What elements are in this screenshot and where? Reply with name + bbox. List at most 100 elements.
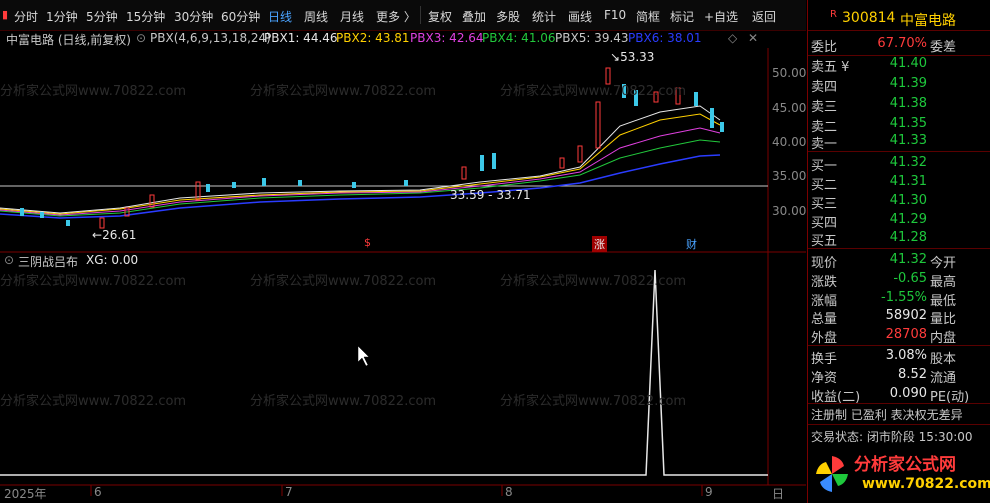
toolbar-grip-icon: ▮ <box>2 8 9 21</box>
watermark: 分析家公式网www.70822.com <box>250 274 437 289</box>
indicator-menu-icon[interactable]: ⊙ <box>136 31 146 45</box>
arrow-icon: ← <box>92 228 103 242</box>
candle <box>559 157 565 169</box>
candle <box>40 212 44 218</box>
buy-row[interactable]: 买二 41.31 <box>808 172 990 193</box>
price-axis-label: 50.00 <box>772 66 807 80</box>
buy-row[interactable]: 买三 41.30 <box>808 191 990 212</box>
quote-value: 28708 <box>885 327 927 342</box>
weibi-value: 67.70% <box>877 36 927 51</box>
pbx3-value: PBX3: 42.64 <box>410 31 484 45</box>
date-axis-label: 日 <box>772 487 785 501</box>
weibi-row: 委比 67.70% 委差 <box>808 34 990 55</box>
price-axis-label: 40.00 <box>772 135 807 149</box>
event-marker-cai[interactable]: 财 <box>686 236 697 252</box>
xg-signal-line <box>0 269 768 476</box>
overlay-button[interactable]: 叠加 <box>462 8 486 25</box>
sell-row[interactable]: 卖一 41.33 <box>808 131 990 152</box>
fuquan-button[interactable]: 复权 <box>428 8 452 25</box>
quote-label2: 内盘 <box>930 331 957 346</box>
candle <box>232 182 236 188</box>
indicator-name[interactable]: 三阴战吕布 <box>18 253 78 270</box>
watermark: 分析家公式网www.70822.com <box>250 394 437 409</box>
low-price-value: 26.61 <box>102 228 137 242</box>
candle <box>710 108 714 128</box>
trade-status: 交易状态: 闭市阶段 15:30:00 <box>811 430 973 444</box>
sell-label: 卖一 <box>811 137 838 152</box>
tab-period-monthly[interactable]: 月线 <box>340 8 364 25</box>
stock-name: 中富电路 <box>900 13 956 29</box>
candle <box>262 178 266 186</box>
back-button[interactable]: 返回 <box>752 8 776 25</box>
pinwheel-logo-icon <box>816 456 848 492</box>
mark-button[interactable]: 标记 <box>670 8 694 25</box>
stats-button[interactable]: 统计 <box>532 8 556 25</box>
tab-period-daily[interactable]: 日线 <box>268 8 292 25</box>
period-toolbar: ▮ 分时 1分钟 5分钟 15分钟 30分钟 60分钟 日线 周线 月线 更多 … <box>0 0 806 31</box>
pbx4-value: PBX4: 41.06 <box>482 31 556 45</box>
logo-text: 分析家公式网 <box>854 455 956 475</box>
pbx6-value: PBX6: 38.01 <box>628 31 702 45</box>
quote-value: -1.55% <box>881 290 927 305</box>
buy-row[interactable]: 买五 41.28 <box>808 228 990 249</box>
multi-stock-button[interactable]: 多股 <box>496 8 520 25</box>
f10-button[interactable]: F10 <box>604 8 626 22</box>
candle <box>577 145 583 163</box>
pbx1-value: PBX1: 44.46 <box>264 31 338 45</box>
candle <box>20 208 24 216</box>
candle <box>720 122 724 132</box>
indicator-name[interactable]: PBX(4,6,9,13,18,24) <box>150 31 271 45</box>
candle <box>149 194 155 208</box>
buy-price: 41.31 <box>889 174 927 189</box>
buy-row[interactable]: 买四 41.29 <box>808 210 990 231</box>
event-marker-dollar[interactable]: $ <box>364 236 371 249</box>
high-price-annotation: ↘53.33 <box>610 50 654 64</box>
fin-value: 0.090 <box>889 386 927 401</box>
quote-row: 涨幅 -1.55% 最低 <box>808 288 990 309</box>
reg-info: 注册制 已盈利 表决权无差异 <box>811 408 963 422</box>
tab-period-30min[interactable]: 30分钟 <box>174 8 213 25</box>
event-marker-zhang[interactable]: 涨 <box>592 236 607 252</box>
sell-row[interactable]: 卖三 41.38 <box>808 94 990 115</box>
panel-divider <box>808 30 990 31</box>
logo-url: www.70822.com <box>862 476 990 492</box>
add-watchlist-button[interactable]: +自选 <box>704 8 738 25</box>
candle <box>595 101 601 149</box>
quote-row: 现价 41.32 今开 <box>808 250 990 271</box>
price-axis-label: 30.00 <box>772 204 807 218</box>
candle <box>461 166 467 180</box>
close-icon[interactable]: ✕ <box>748 31 758 45</box>
site-logo: 分析家公式网 www.70822.com <box>812 448 990 500</box>
date-axis-label: 9 <box>705 485 713 499</box>
sell-price: 41.39 <box>889 76 927 91</box>
tab-period-15min[interactable]: 15分钟 <box>126 8 165 25</box>
sell-price: 41.35 <box>889 116 927 131</box>
indicator-menu-icon[interactable]: ⊙ <box>4 253 14 267</box>
tab-period-more[interactable]: 更多 〉 <box>376 8 416 25</box>
sell-label: 卖五 ¥ <box>811 60 850 75</box>
date-axis-label: 7 <box>285 485 293 499</box>
candle <box>99 217 105 229</box>
buy-row[interactable]: 买一 41.32 <box>808 153 990 174</box>
tab-period-weekly[interactable]: 周线 <box>304 8 328 25</box>
pbx2-value: PBX2: 43.81 <box>336 31 410 45</box>
tab-period-60min[interactable]: 60分钟 <box>221 8 260 25</box>
quote-value: 58902 <box>885 308 927 323</box>
watermark: 分析家公式网www.70822.com <box>0 274 187 289</box>
candle <box>66 220 70 226</box>
sell-row[interactable]: 卖四 41.39 <box>808 74 990 95</box>
buy-price: 41.32 <box>889 155 927 170</box>
watermark: 分析家公式网www.70822.com <box>500 84 687 99</box>
tab-period-1min[interactable]: 1分钟 <box>46 8 78 25</box>
candle <box>694 92 698 106</box>
simple-frame-button[interactable]: 简框 <box>636 8 660 25</box>
quote-label: 外盘 <box>811 331 838 346</box>
tab-period-5min[interactable]: 5分钟 <box>86 8 118 25</box>
buy-price: 41.29 <box>889 212 927 227</box>
buy-label: 买五 <box>811 234 838 249</box>
candle <box>492 153 496 169</box>
sell-row[interactable]: 卖五 ¥ 41.40 <box>808 54 990 75</box>
draw-line-button[interactable]: 画线 <box>568 8 592 25</box>
tab-period-fenshi[interactable]: 分时 <box>14 8 38 25</box>
settings-icon[interactable]: ◇ <box>728 31 737 45</box>
